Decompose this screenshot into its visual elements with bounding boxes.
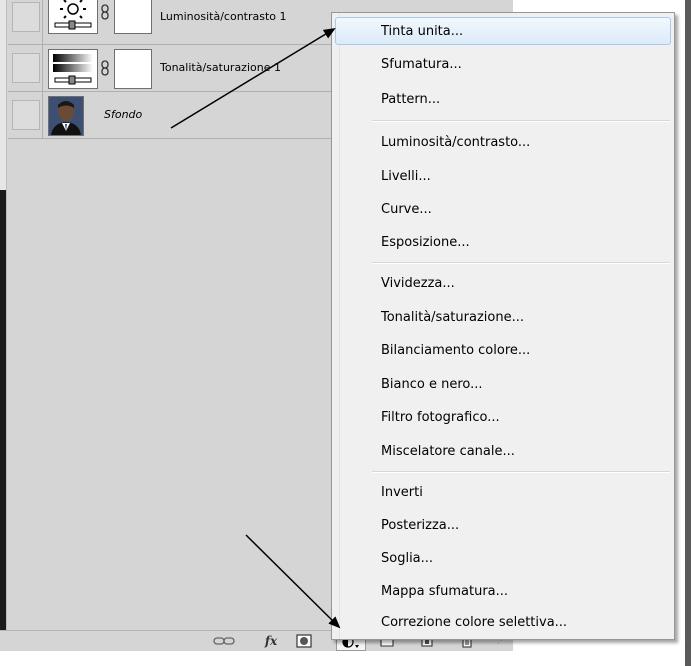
menu-item-black-white[interactable]: Bianco e nero... [340, 370, 668, 398]
right-dark-edge [685, 0, 691, 666]
menu-gutter [332, 13, 340, 639]
chain-link-icon[interactable] [100, 60, 110, 76]
menu-item-posterize[interactable]: Posterizza... [340, 511, 668, 539]
layer-name: Tonalità/saturazione 1 [160, 61, 281, 74]
add-mask-icon[interactable] [294, 633, 314, 649]
menu-item-threshold[interactable]: Soglia... [340, 544, 668, 572]
layer-visibility-toggle[interactable] [12, 2, 40, 32]
menu-item-pattern[interactable]: Pattern... [340, 85, 668, 113]
layer-name: Sfondo [104, 108, 143, 121]
chain-link-icon[interactable] [100, 4, 110, 20]
link-layers-icon[interactable] [212, 633, 236, 649]
layer-visibility-toggle[interactable] [12, 53, 40, 83]
menu-item-levels[interactable]: Livelli... [340, 162, 668, 190]
menu-separator [372, 471, 670, 473]
panel-left-dark-strip [0, 190, 6, 630]
menu-item-brightness-contrast[interactable]: Luminosità/contrasto... [340, 128, 668, 156]
adjustment-thumbnail [48, 49, 98, 89]
row-divider [42, 92, 43, 138]
menu-item-vibrance[interactable]: Vividezza... [340, 269, 668, 297]
menu-item-photo-filter[interactable]: Filtro fotografico... [340, 403, 668, 431]
menu-separator [372, 120, 670, 122]
layer-mask-thumbnail[interactable] [114, 0, 152, 34]
photo-thumbnail [48, 96, 84, 136]
adjustment-layer-menu: Tinta unita... Sfumatura... Pattern... L… [331, 12, 675, 640]
row-divider [42, 0, 43, 44]
menu-separator [372, 262, 670, 264]
menu-item-gradient-map[interactable]: Mappa sfumatura... [340, 577, 668, 605]
menu-item-selective-color[interactable]: Correzione colore selettiva... [340, 608, 668, 636]
layer-visibility-toggle[interactable] [12, 100, 40, 130]
menu-item-channel-mixer[interactable]: Miscelatore canale... [340, 437, 668, 465]
layer-mask-thumbnail[interactable] [114, 49, 152, 89]
layer-name: Luminosità/contrasto 1 [160, 10, 287, 23]
menu-item-solid-color[interactable]: Tinta unita... [335, 17, 671, 45]
sun-icon [54, 0, 92, 30]
fx-icon[interactable]: fx [258, 633, 284, 649]
menu-item-hue-saturation[interactable]: Tonalità/saturazione... [340, 303, 668, 331]
row-divider [42, 45, 43, 91]
menu-item-exposure[interactable]: Esposizione... [340, 228, 668, 256]
menu-item-curves[interactable]: Curve... [340, 195, 668, 223]
adjustment-thumbnail [48, 0, 98, 34]
menu-item-gradient[interactable]: Sfumatura... [340, 50, 668, 78]
menu-item-invert[interactable]: Inverti [340, 478, 668, 506]
menu-item-color-balance[interactable]: Bilanciamento colore... [340, 336, 668, 364]
hue-saturation-icon [53, 54, 93, 85]
